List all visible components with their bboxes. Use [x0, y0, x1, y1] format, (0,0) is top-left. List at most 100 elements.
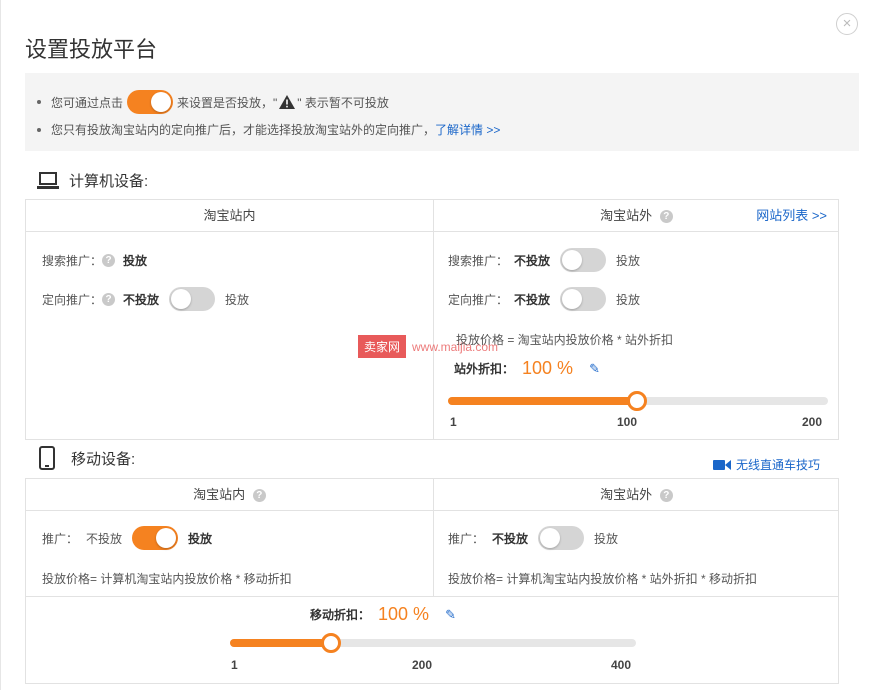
section-title: 计算机设备:	[69, 173, 149, 190]
outside-search-row: 搜索推广： 不投放 投放	[448, 248, 640, 272]
notice-text: 您可通过点击	[51, 95, 124, 110]
watermark: 卖家网 www.maijia.com	[358, 335, 498, 358]
video-tip-link[interactable]: 无线直通车技巧	[713, 456, 820, 473]
help-icon[interactable]: ?	[659, 210, 673, 224]
computer-outside-target-toggle[interactable]	[560, 287, 607, 311]
computer-outside-column: 淘宝站外 ? 网站列表 >> 搜索推广： 不投放 投放 定向推广： 不投放 投放…	[434, 200, 839, 439]
outside-discount-row: 站外折扣： 100 % ✎	[454, 358, 600, 379]
slider-thumb[interactable]	[321, 633, 341, 653]
column-header: 淘宝站外 ? 网站列表 >>	[434, 200, 839, 232]
row-label: 推广：	[448, 531, 485, 546]
off-label: 不投放	[86, 531, 123, 546]
outside-discount-slider[interactable]	[448, 391, 828, 411]
column-title: 淘宝站外	[600, 487, 653, 502]
on-label: 投放	[616, 253, 641, 268]
row-label: 定向推广：	[448, 292, 509, 307]
on-label: 投放	[594, 531, 619, 546]
watermark-url: www.maijia.com	[412, 339, 499, 354]
slider-thumb[interactable]	[627, 391, 647, 411]
notice-line-1: 您可通过点击 来设置是否投放，" " 表示暂不可投放	[37, 90, 389, 114]
row-label: 搜索推广：	[448, 253, 509, 268]
off-label: 不投放	[514, 253, 551, 268]
outside-target-row: 定向推广： 不投放 投放	[448, 287, 640, 311]
help-icon[interactable]: ?	[102, 254, 116, 267]
mobile-outside-row: 推广： 不投放 投放	[448, 526, 618, 550]
computer-inside-target-toggle[interactable]	[169, 287, 216, 311]
mobile-discount-row: 移动折扣： 100 % ✎	[310, 604, 456, 625]
help-icon[interactable]: ?	[102, 292, 116, 306]
row-label: 定向推广：	[42, 292, 103, 307]
mobile-panel: 淘宝站内 ? 推广： 不投放 投放 投放价格= 计算机淘宝站内投放价格 * 移动…	[25, 478, 839, 684]
video-tip-text: 无线直通车技巧	[736, 458, 821, 472]
notice-box: 您可通过点击 来设置是否投放，" " 表示暂不可投放 您只有投放淘宝站内的定向推…	[25, 73, 859, 151]
off-label: 不投放	[492, 531, 529, 546]
close-button[interactable]: ×	[836, 13, 858, 35]
mobile-outside-column: 淘宝站外 ? 推广： 不投放 投放 投放价格= 计算机淘宝站内投放价格 * 站外…	[434, 479, 839, 596]
mobile-outside-toggle[interactable]	[538, 526, 585, 550]
discount-label: 站外折扣：	[454, 362, 515, 376]
column-title: 淘宝站内	[203, 208, 256, 223]
column-header: 淘宝站外 ?	[434, 479, 839, 511]
row-label: 搜索推广：	[42, 254, 103, 268]
computer-outside-search-toggle[interactable]	[560, 248, 607, 272]
help-icon[interactable]: ?	[252, 489, 266, 503]
watermark-badge: 卖家网	[358, 335, 407, 358]
slider-mid-label: 100	[617, 415, 638, 429]
computer-panel: 淘宝站内 搜索推广： ? 投放 定向推广： ? 不投放 投放 淘宝站外 ? 网站…	[25, 199, 839, 440]
slider-fill	[448, 397, 637, 405]
panel-divider	[26, 596, 838, 597]
laptop-icon	[37, 171, 59, 189]
edit-pencil-icon[interactable]: ✎	[589, 361, 600, 377]
discount-value: 100 %	[522, 358, 574, 378]
mobile-inside-column: 淘宝站内 ? 推广： 不投放 投放 投放价格= 计算机淘宝站内投放价格 * 移动…	[26, 479, 433, 596]
slider-min-label: 1	[450, 415, 457, 429]
slider-mid-label: 200	[412, 658, 433, 672]
computer-target-row: 定向推广： ? 不投放 投放	[42, 287, 249, 311]
notice-line-2: 您只有投放淘宝站内的定向推广后，才能选择投放淘宝站外的定向推广， 了解详情 >>	[37, 121, 500, 138]
mobile-inside-formula: 投放价格= 计算机淘宝站内投放价格 * 移动折扣	[42, 570, 292, 587]
help-icon[interactable]: ?	[659, 489, 673, 503]
slider-fill	[230, 639, 331, 647]
warning-icon	[279, 95, 296, 109]
column-title: 淘宝站外	[600, 208, 653, 223]
close-icon: ×	[842, 15, 852, 32]
slider-min-label: 1	[231, 658, 238, 672]
column-header: 淘宝站内	[26, 200, 433, 232]
dialog: × 设置投放平台 您可通过点击 来设置是否投放，" " 表示暂不可投放 您只有投…	[0, 0, 876, 690]
column-title: 淘宝站内	[193, 487, 246, 502]
notice-text: 您只有投放淘宝站内的定向推广后，才能选择投放淘宝站外的定向推广，	[51, 123, 436, 137]
formula-text: 投放价格= 计算机淘宝站内投放价格 * 站外折扣 * 移动折扣	[448, 572, 758, 586]
sample-toggle	[127, 90, 174, 114]
edit-pencil-icon[interactable]: ✎	[445, 607, 456, 623]
status-text: 投放	[123, 254, 148, 268]
formula-text: 投放价格= 计算机淘宝站内投放价格 * 移动折扣	[42, 572, 292, 586]
bullet-icon	[37, 127, 41, 132]
mobile-section-heading: 移动设备:	[39, 446, 135, 470]
on-label: 投放	[188, 531, 213, 546]
mobile-discount-slider[interactable]	[230, 633, 636, 653]
notice-text: " 表示暂不可投放	[297, 95, 389, 110]
off-label: 不投放	[514, 292, 551, 307]
computer-section-heading: 计算机设备:	[37, 170, 148, 191]
on-label: 投放	[225, 292, 250, 307]
video-camera-icon	[713, 459, 731, 470]
mobile-inside-row: 推广： 不投放 投放	[42, 526, 212, 550]
computer-inside-column: 淘宝站内 搜索推广： ? 投放 定向推广： ? 不投放 投放	[26, 200, 433, 439]
phone-icon	[39, 446, 55, 470]
site-list-link[interactable]: 网站列表 >>	[756, 200, 827, 232]
section-title: 移动设备:	[71, 450, 136, 468]
off-label: 不投放	[123, 292, 160, 307]
bullet-icon	[37, 100, 41, 104]
discount-value: 100 %	[378, 604, 430, 624]
column-header: 淘宝站内 ?	[26, 479, 433, 511]
on-label: 投放	[616, 292, 641, 307]
dialog-title: 设置投放平台	[25, 37, 158, 62]
mobile-inside-toggle[interactable]	[132, 526, 179, 550]
notice-text: 来设置是否投放，"	[177, 95, 278, 110]
computer-search-row: 搜索推广： ? 投放	[42, 252, 147, 269]
slider-max-label: 400	[611, 658, 632, 672]
learn-more-link[interactable]: 了解详情 >>	[435, 121, 500, 138]
slider-max-label: 200	[802, 415, 823, 429]
discount-label: 移动折扣：	[310, 608, 371, 622]
mobile-outside-formula: 投放价格= 计算机淘宝站内投放价格 * 站外折扣 * 移动折扣	[448, 570, 757, 587]
